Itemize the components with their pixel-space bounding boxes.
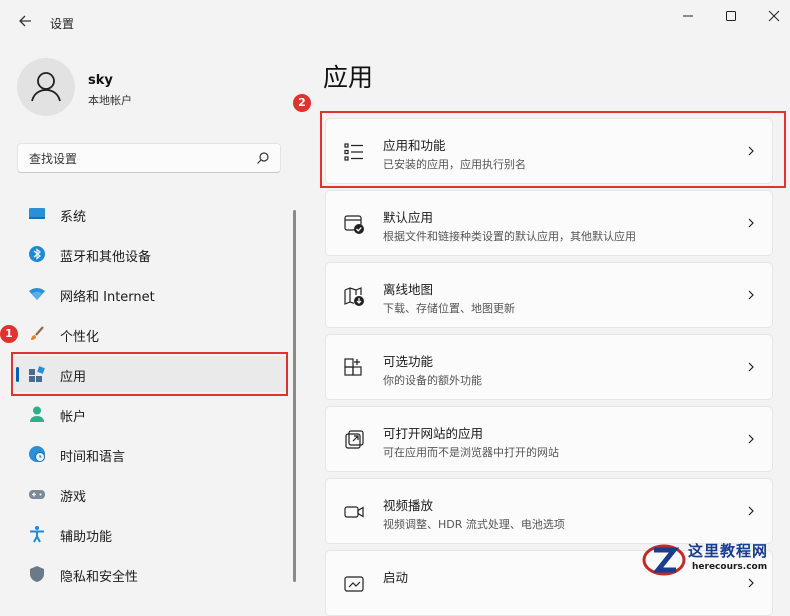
video-icon xyxy=(343,501,365,523)
startup-icon xyxy=(343,573,365,595)
brush-icon xyxy=(28,325,46,343)
watermark-title: 这里教程网 xyxy=(688,542,769,560)
card-subtitle: 根据文件和链接种类设置的默认应用，其他默认应用 xyxy=(383,230,636,243)
avatar[interactable] xyxy=(17,58,75,116)
default-apps-icon xyxy=(343,213,365,235)
back-arrow-icon[interactable] xyxy=(14,12,36,34)
card-optional-features[interactable]: 可选功能 你的设备的额外功能 xyxy=(325,334,773,400)
card-default-apps[interactable]: 默认应用 根据文件和链接种类设置的默认应用，其他默认应用 xyxy=(325,190,773,256)
wifi-icon xyxy=(28,285,46,303)
sidebar-item-privacy[interactable]: 隐私和安全性 xyxy=(14,556,288,592)
sidebar-item-personalization[interactable]: 个性化 xyxy=(14,316,288,352)
card-subtitle: 你的设备的额外功能 xyxy=(383,374,482,387)
maximize-icon[interactable] xyxy=(713,6,749,30)
globe-clock-icon xyxy=(28,445,46,463)
sidebar-item-network[interactable]: 网络和 Internet xyxy=(14,276,288,312)
sidebar-item-label: 系统 xyxy=(60,210,87,225)
chevron-right-icon xyxy=(746,431,756,447)
card-apps-for-websites[interactable]: 可打开网站的应用 可在应用而不是浏览器中打开的网站 xyxy=(325,406,773,472)
step-badge-1: 1 xyxy=(0,325,18,343)
chevron-right-icon xyxy=(746,359,756,375)
sidebar-item-label: 时间和语言 xyxy=(60,450,126,465)
sidebar-item-bluetooth[interactable]: 蓝牙和其他设备 xyxy=(14,236,288,272)
card-subtitle: 下载、存储位置、地图更新 xyxy=(383,302,515,315)
sidebar-item-label: 网络和 Internet xyxy=(60,290,155,305)
shield-icon xyxy=(28,565,46,583)
sidebar-item-accounts[interactable]: 帐户 xyxy=(14,396,288,432)
bluetooth-icon xyxy=(28,245,46,263)
chevron-right-icon xyxy=(746,503,756,519)
account-icon xyxy=(28,405,46,423)
card-title: 启动 xyxy=(383,570,409,585)
highlight-box-apps xyxy=(11,352,288,396)
sidebar-item-system[interactable]: 系统 xyxy=(14,196,288,232)
watermark-url: herecours.com xyxy=(692,562,768,572)
gamepad-icon xyxy=(28,485,46,503)
card-title: 视频播放 xyxy=(383,498,434,513)
card-title: 默认应用 xyxy=(383,210,434,225)
sidebar-item-label: 蓝牙和其他设备 xyxy=(60,250,152,265)
sidebar-item-label: 游戏 xyxy=(60,490,87,505)
close-icon[interactable] xyxy=(756,6,790,30)
sidebar-item-time-language[interactable]: 时间和语言 xyxy=(14,436,288,472)
card-title: 可打开网站的应用 xyxy=(383,426,484,441)
map-download-icon xyxy=(343,285,365,307)
sidebar-item-accessibility[interactable]: 辅助功能 xyxy=(14,516,288,552)
search-box[interactable] xyxy=(17,143,281,173)
highlight-box-apps-features xyxy=(320,111,786,188)
window-title: 设置 xyxy=(50,17,75,31)
minimize-icon[interactable] xyxy=(670,6,706,30)
chevron-right-icon xyxy=(746,287,756,303)
card-video-playback[interactable]: 视频播放 视频调整、HDR 流式处理、电池选项 xyxy=(325,478,773,544)
sidebar-item-label: 帐户 xyxy=(60,410,87,425)
watermark: 这里教程网 herecours.com xyxy=(640,538,790,582)
sidebar-item-gaming[interactable]: 游戏 xyxy=(14,476,288,512)
sidebar-item-label: 个性化 xyxy=(60,330,100,345)
search-icon[interactable] xyxy=(256,150,270,164)
account-type: 本地帐户 xyxy=(88,94,132,107)
user-name: sky xyxy=(88,73,113,88)
open-link-icon xyxy=(343,429,365,451)
display-icon xyxy=(28,205,46,223)
card-title: 离线地图 xyxy=(383,282,434,297)
watermark-logo-icon xyxy=(642,544,686,576)
chevron-right-icon xyxy=(746,215,756,231)
add-grid-icon xyxy=(343,357,365,379)
card-offline-maps[interactable]: 离线地图 下载、存储位置、地图更新 xyxy=(325,262,773,328)
sidebar-scrollbar[interactable] xyxy=(293,210,296,582)
card-subtitle: 视频调整、HDR 流式处理、电池选项 xyxy=(383,518,565,531)
card-subtitle: 可在应用而不是浏览器中打开的网站 xyxy=(383,446,559,459)
search-input[interactable] xyxy=(27,149,251,169)
step-badge-2: 2 xyxy=(293,94,311,112)
accessibility-icon xyxy=(28,525,46,543)
page-title: 应用 xyxy=(323,63,374,92)
sidebar-item-label: 辅助功能 xyxy=(60,530,113,545)
sidebar-item-label: 隐私和安全性 xyxy=(60,570,139,585)
card-title: 可选功能 xyxy=(383,354,434,369)
